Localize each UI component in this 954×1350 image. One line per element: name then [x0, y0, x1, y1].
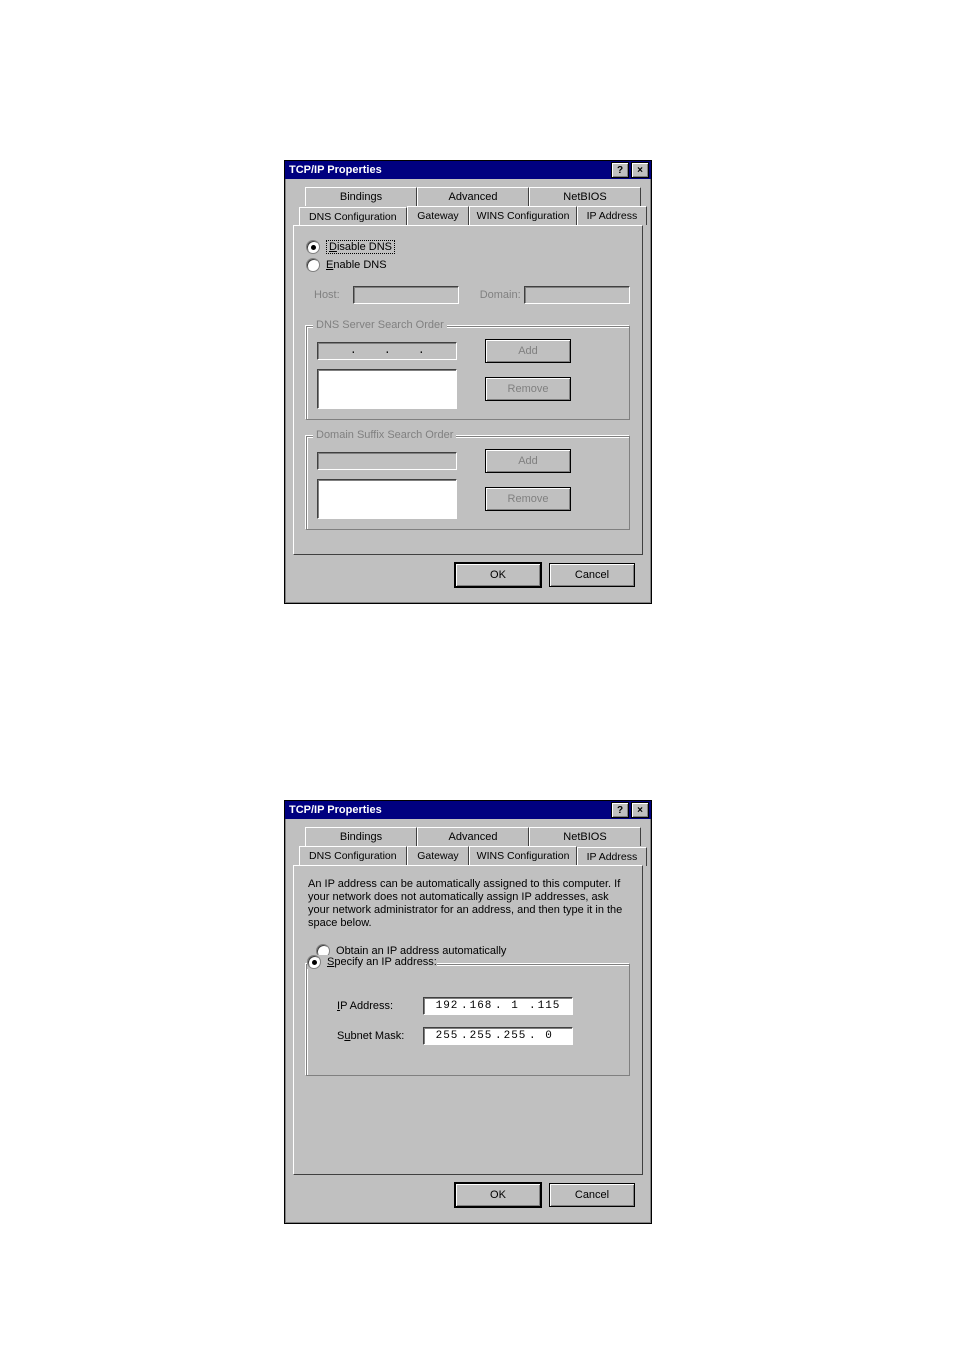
window-title: TCP/IP Properties: [289, 804, 609, 816]
client-area: Bindings Advanced NetBIOS DNS Configurat…: [285, 179, 651, 603]
tabs-back-row: Bindings Advanced NetBIOS: [305, 827, 641, 846]
radio-dot-icon: [306, 240, 320, 254]
dns-ip-row: ... Add: [317, 339, 619, 363]
group-dns-caption: DNS Server Search Order: [313, 319, 447, 331]
ok-button[interactable]: OK: [455, 563, 541, 587]
suffix-input: [317, 452, 457, 470]
dns-list-row: Remove: [317, 369, 619, 409]
suffix-input-row: Add: [317, 449, 619, 473]
tab-netbios[interactable]: NetBIOS: [529, 187, 641, 206]
radio-enable-dns-label: Enable DNS: [326, 259, 387, 271]
group-domain-suffix-search-order: Domain Suffix Search Order Add Remove: [306, 436, 630, 530]
domain-input: [524, 286, 630, 304]
dialog-footer: OK Cancel: [293, 1175, 643, 1215]
tabs-front-row: DNS Configuration Gateway WINS Configura…: [299, 846, 647, 865]
ip-address-label: IP Address:: [337, 1000, 423, 1012]
suffix-add-button: Add: [485, 449, 571, 473]
tab-gateway[interactable]: Gateway: [407, 846, 470, 865]
subnet-mask-label: Subnet Mask:: [337, 1030, 423, 1042]
help-icon[interactable]: ?: [611, 802, 629, 818]
tabs-back-row: Bindings Advanced NetBIOS: [305, 187, 641, 206]
tab-advanced[interactable]: Advanced: [417, 187, 529, 206]
ip-address-row: IP Address: 192. 168. 1 . 115: [337, 997, 619, 1015]
subnet-mask-input[interactable]: 255. 255. 255. 0: [423, 1027, 573, 1045]
ok-button[interactable]: OK: [455, 1183, 541, 1207]
tab-advanced[interactable]: Advanced: [417, 827, 529, 846]
radio-disable-dns-label: Disable DNS: [326, 240, 395, 254]
suffix-remove-button: Remove: [485, 487, 571, 511]
titlebar[interactable]: TCP/IP Properties ? ×: [285, 161, 651, 179]
tab-page-ip: An IP address can be automatically assig…: [293, 865, 643, 1175]
host-label: Host:: [314, 289, 353, 301]
tab-bindings[interactable]: Bindings: [305, 827, 417, 846]
subnet-mask-row: Subnet Mask: 255. 255. 255. 0: [337, 1027, 619, 1045]
host-domain-row: Host: Domain:: [314, 286, 630, 304]
ip-address-input[interactable]: 192. 168. 1 . 115: [423, 997, 573, 1015]
radio-disable-dns[interactable]: Disable DNS: [306, 240, 630, 254]
dns-server-listbox: [317, 369, 457, 409]
tab-bindings[interactable]: Bindings: [305, 187, 417, 206]
radio-dot-icon: [306, 258, 320, 272]
tcpip-properties-dialog-ip: TCP/IP Properties ? × Bindings Advanced …: [284, 800, 652, 1224]
suffix-listbox: [317, 479, 457, 519]
tabs-front-row: DNS Configuration Gateway WINS Configura…: [299, 206, 647, 225]
dialog-footer: OK Cancel: [293, 555, 643, 595]
close-icon[interactable]: ×: [631, 162, 649, 178]
group-dns-server-search-order: DNS Server Search Order ... Add Remove: [306, 326, 630, 420]
tab-dns-configuration[interactable]: DNS Configuration: [299, 846, 407, 865]
tab-gateway[interactable]: Gateway: [407, 206, 470, 225]
group-specify-ip: Specify an IP address: IP Address: 192. …: [306, 964, 630, 1076]
tab-wins-configuration[interactable]: WINS Configuration: [469, 206, 577, 225]
radio-specify-ip[interactable]: Specify an IP address:: [307, 955, 437, 969]
titlebar[interactable]: TCP/IP Properties ? ×: [285, 801, 651, 819]
group-suffix-caption: Domain Suffix Search Order: [313, 429, 456, 441]
help-icon[interactable]: ?: [611, 162, 629, 178]
host-input: [353, 286, 459, 304]
cancel-button[interactable]: Cancel: [549, 1183, 635, 1207]
dns-ip-input: ...: [317, 342, 457, 360]
radio-enable-dns[interactable]: Enable DNS: [306, 258, 630, 272]
tab-wins-configuration[interactable]: WINS Configuration: [469, 846, 577, 865]
ip-address-blurb: An IP address can be automatically assig…: [308, 878, 628, 930]
suffix-list-row: Remove: [317, 479, 619, 519]
tab-page-dns: Disable DNS Enable DNS Host: Domain: DNS…: [293, 225, 643, 555]
dns-add-button: Add: [485, 339, 571, 363]
domain-label: Domain:: [480, 289, 524, 301]
tab-ip-address[interactable]: IP Address: [577, 206, 647, 225]
tab-ip-address[interactable]: IP Address: [577, 847, 647, 866]
radio-dot-icon: [307, 955, 321, 969]
tcpip-properties-dialog-dns: TCP/IP Properties ? × Bindings Advanced …: [284, 160, 652, 604]
tab-dns-configuration[interactable]: DNS Configuration: [299, 207, 407, 226]
dns-remove-button: Remove: [485, 377, 571, 401]
radio-specify-ip-label: Specify an IP address:: [327, 956, 437, 968]
client-area: Bindings Advanced NetBIOS DNS Configurat…: [285, 819, 651, 1223]
cancel-button[interactable]: Cancel: [549, 563, 635, 587]
window-title: TCP/IP Properties: [289, 164, 609, 176]
close-icon[interactable]: ×: [631, 802, 649, 818]
tab-netbios[interactable]: NetBIOS: [529, 827, 641, 846]
